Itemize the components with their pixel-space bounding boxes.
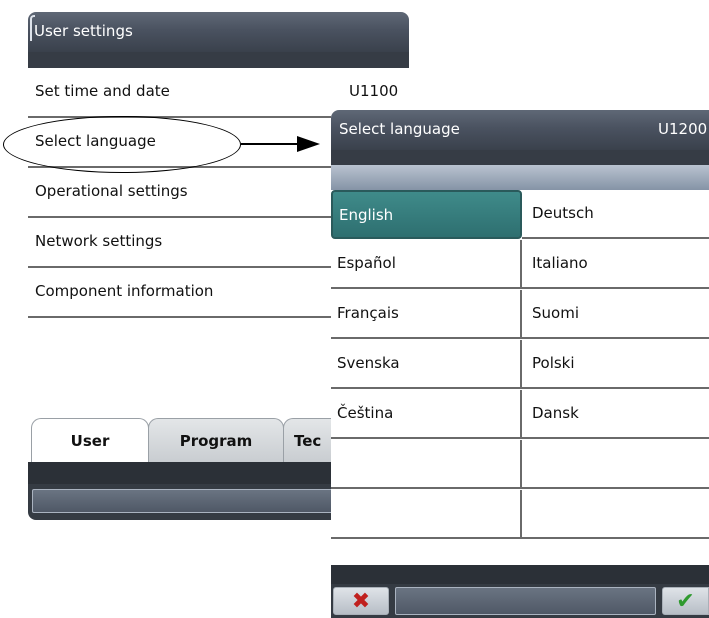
language-label: English [339,206,394,224]
tab-program[interactable]: Program [148,418,284,462]
close-icon: ✖ [351,589,371,614]
status-bar [331,565,709,584]
user-settings-title: User settings [28,12,409,52]
language-option-empty [331,440,522,489]
bottom-bar: ✖ ✔ [331,584,709,618]
select-language-title-bar: Select language U1200 [331,110,709,150]
tab-user[interactable]: User [31,418,149,462]
message-field [395,587,656,615]
language-option-deutsch[interactable]: Deutsch [522,190,709,239]
language-label: Dansk [532,404,579,422]
language-option-cestina[interactable]: Čeština [331,390,522,439]
language-option-english[interactable]: English [331,190,522,239]
language-label: Čeština [337,404,394,422]
cancel-button[interactable]: ✖ [333,587,389,615]
menu-item-label: Set time and date [35,82,170,100]
language-option-polski[interactable]: Polski [522,340,709,389]
title-divider-bar [331,150,709,165]
menu-item-code: U1100 [349,82,399,100]
language-option-empty [331,490,522,539]
arrow-right-icon [297,136,320,152]
annotation-arrow-line [241,143,301,145]
menu-item-label: Network settings [35,232,163,250]
language-label: Italiano [532,254,588,272]
language-option-empty [522,440,709,489]
language-label: Svenska [337,354,400,372]
language-option-dansk[interactable]: Dansk [522,390,709,439]
language-label: Deutsch [532,204,594,222]
title-divider-bar [28,52,409,68]
language-option-suomi[interactable]: Suomi [522,290,709,339]
screen-code: U1200 [658,120,708,138]
language-option-espanol[interactable]: Español [331,240,522,289]
language-option-svenska[interactable]: Svenska [331,340,522,389]
header-strip [331,165,709,190]
menu-item-label: Operational settings [35,182,188,200]
select-language-screen: Select language U1200 English Deutsch Es… [331,110,709,618]
language-label: Français [337,304,399,322]
language-grid: English Deutsch Español Italiano Françai… [331,190,709,539]
highlight-oval [3,116,241,173]
language-option-empty [522,490,709,539]
language-option-francais[interactable]: Français [331,290,522,339]
language-label: Español [337,254,396,272]
menu-item-label: Component information [35,282,214,300]
language-label: Suomi [532,304,579,322]
confirm-button[interactable]: ✔ [662,587,709,615]
page-title: Select language [339,120,460,138]
language-option-italiano[interactable]: Italiano [522,240,709,289]
checkmark-icon: ✔ [676,589,695,614]
language-label: Polski [532,354,575,372]
